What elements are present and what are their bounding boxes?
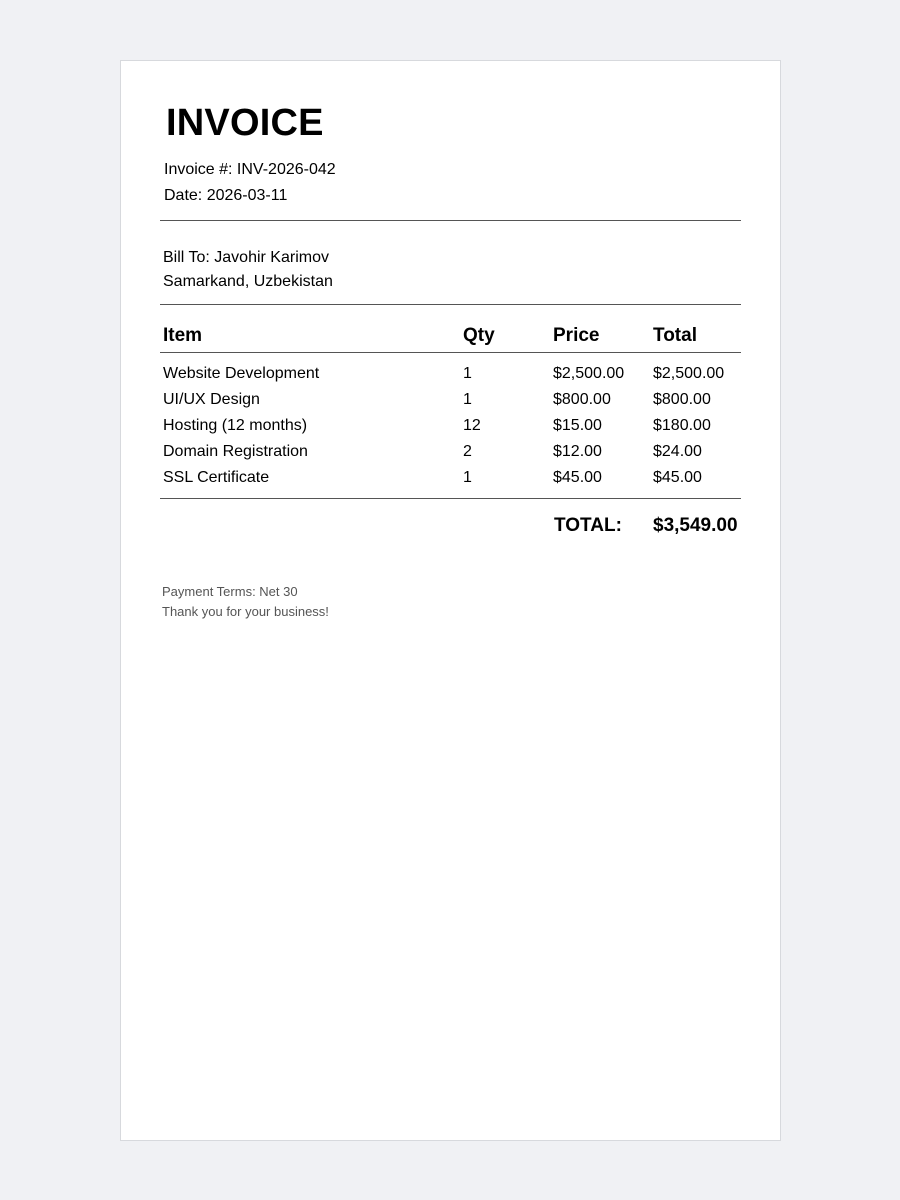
cell-price: $12.00 [553,443,602,460]
cell-price: $15.00 [553,417,602,434]
total-label: TOTAL: [554,515,622,536]
cell-item: Website Development [163,365,320,382]
cell-item: SSL Certificate [163,469,270,486]
table-footer-divider [160,498,741,499]
cell-item: UI/UX Design [163,391,260,408]
invoice-title: INVOICE [166,102,324,144]
cell-item: Domain Registration [163,443,308,460]
cell-qty: 1 [463,365,472,382]
table-header-divider [160,352,741,353]
cell-qty: 2 [463,443,472,460]
column-header-qty: Qty [463,325,495,346]
cell-qty: 12 [463,417,481,434]
cell-price: $800.00 [553,391,611,408]
bill-to-name: Bill To: Javohir Karimov [163,249,329,266]
divider [160,220,741,221]
cell-qty: 1 [463,391,472,408]
invoice-date: Date: 2026-03-11 [164,187,288,204]
cell-total: $800.00 [653,391,711,408]
column-header-total: Total [653,325,697,346]
cell-total: $45.00 [653,469,702,486]
invoice-page: INVOICE Invoice #: INV-2026-042 Date: 20… [120,60,781,1141]
column-header-price: Price [553,325,600,346]
payment-terms: Payment Terms: Net 30 [162,584,298,599]
cell-total: $180.00 [653,417,711,434]
cell-item: Hosting (12 months) [163,417,308,434]
column-header-item: Item [163,325,203,346]
cell-price: $45.00 [553,469,602,486]
bill-to-address: Samarkand, Uzbekistan [163,273,333,290]
divider [160,304,741,305]
invoice-number: Invoice #: INV-2026-042 [164,161,336,178]
total-value: $3,549.00 [653,515,738,536]
cell-total: $24.00 [653,443,702,460]
cell-total: $2,500.00 [653,365,725,382]
cell-price: $2,500.00 [553,365,625,382]
cell-qty: 1 [463,469,472,486]
thank-you-note: Thank you for your business! [162,604,329,619]
